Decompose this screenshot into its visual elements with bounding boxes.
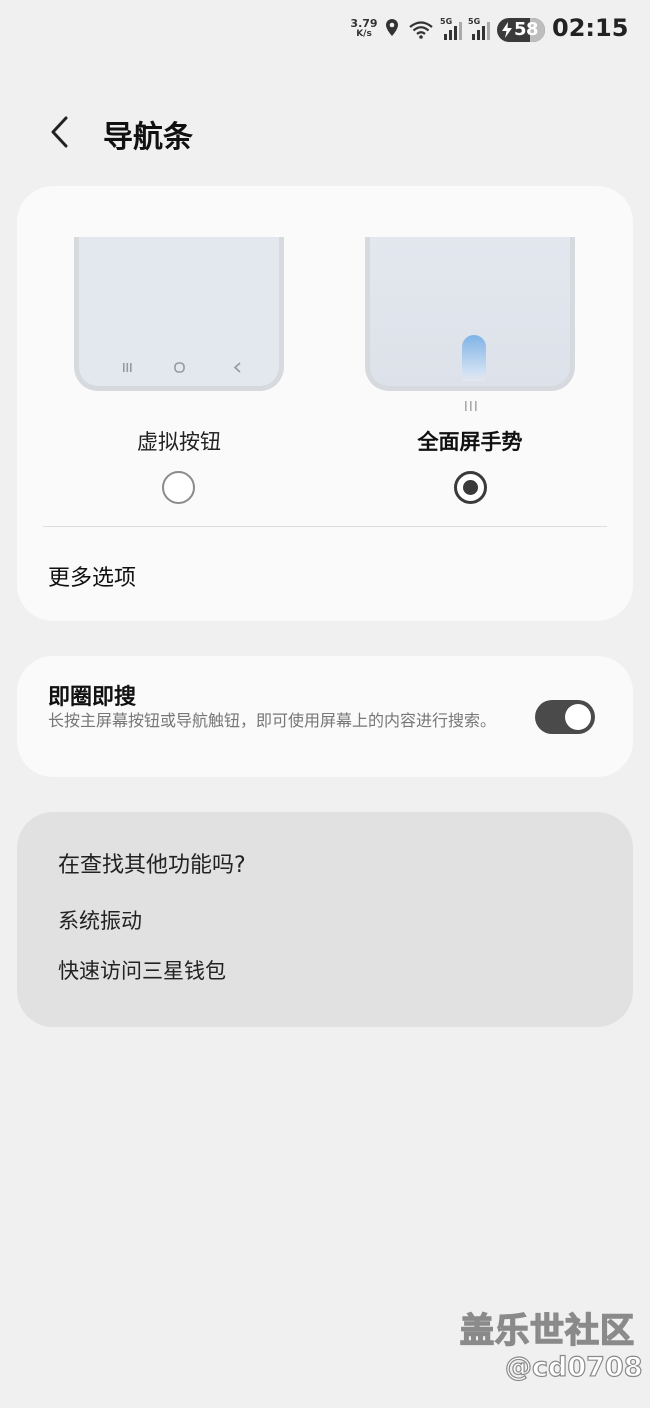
signal-icon — [444, 22, 462, 40]
link-system-vibration[interactable]: 系统振动 — [58, 905, 142, 935]
swipe-gesture-icon — [462, 335, 486, 381]
gesture-hint-icon — [465, 401, 477, 411]
gestures-preview[interactable] — [365, 237, 575, 391]
network-speed-unit: K/s — [356, 29, 372, 39]
nav-buttons-preview-icon — [123, 362, 241, 373]
battery-level: 58 — [514, 19, 539, 40]
watermark-user: @cd0708 — [504, 1351, 643, 1383]
watermark-site: 盖乐世社区 — [459, 1310, 635, 1352]
radio-selected-dot — [463, 480, 478, 495]
location-icon — [386, 19, 398, 36]
page-title: 导航条 — [103, 120, 193, 155]
chevron-left-icon — [51, 116, 68, 148]
clock: 02:15 — [552, 14, 629, 42]
toggle-knob — [565, 704, 591, 730]
signal-icon — [472, 22, 490, 40]
radio-buttons[interactable] — [162, 471, 195, 504]
circle-to-search-title: 即圈即搜 — [48, 685, 137, 710]
status-bar: 3.79 K/s 5G 5G 58 02:15 — [0, 0, 650, 60]
navigation-type-card: 虚拟按钮 全面屏手势 更多选项 — [17, 186, 633, 621]
circle-to-search-description: 长按主屏幕按钮或导航触钮，即可使用屏幕上的内容进行搜索。 — [48, 711, 497, 730]
divider — [43, 526, 607, 527]
more-options-item[interactable]: 更多选项 — [48, 560, 136, 592]
buttons-preview[interactable] — [74, 237, 284, 391]
wifi-icon — [409, 21, 433, 39]
circle-to-search-toggle[interactable] — [535, 700, 595, 734]
charging-bolt-icon — [502, 22, 512, 38]
option-label-gestures[interactable]: 全面屏手势 — [370, 426, 570, 456]
link-samsung-wallet-quick-access[interactable]: 快速访问三星钱包 — [58, 955, 226, 985]
looking-for-more-card: 在查找其他功能吗? 系统振动 快速访问三星钱包 — [17, 812, 633, 1027]
circle-to-search-card[interactable]: 即圈即搜 长按主屏幕按钮或导航触钮，即可使用屏幕上的内容进行搜索。 — [17, 656, 633, 777]
battery-indicator: 58 — [497, 18, 545, 42]
option-label-buttons[interactable]: 虚拟按钮 — [79, 426, 279, 456]
looking-for-more-title: 在查找其他功能吗? — [58, 853, 246, 878]
navigation-bar-settings-screen: 3.79 K/s 5G 5G 58 02:15 导航条 虚拟按钮 全面屏手势 更… — [0, 0, 650, 1408]
network-speed: 3.79 K/s — [350, 18, 378, 40]
back-button[interactable] — [40, 110, 84, 154]
network-speed-value: 3.79 — [350, 17, 378, 30]
radio-gestures[interactable] — [454, 471, 487, 504]
